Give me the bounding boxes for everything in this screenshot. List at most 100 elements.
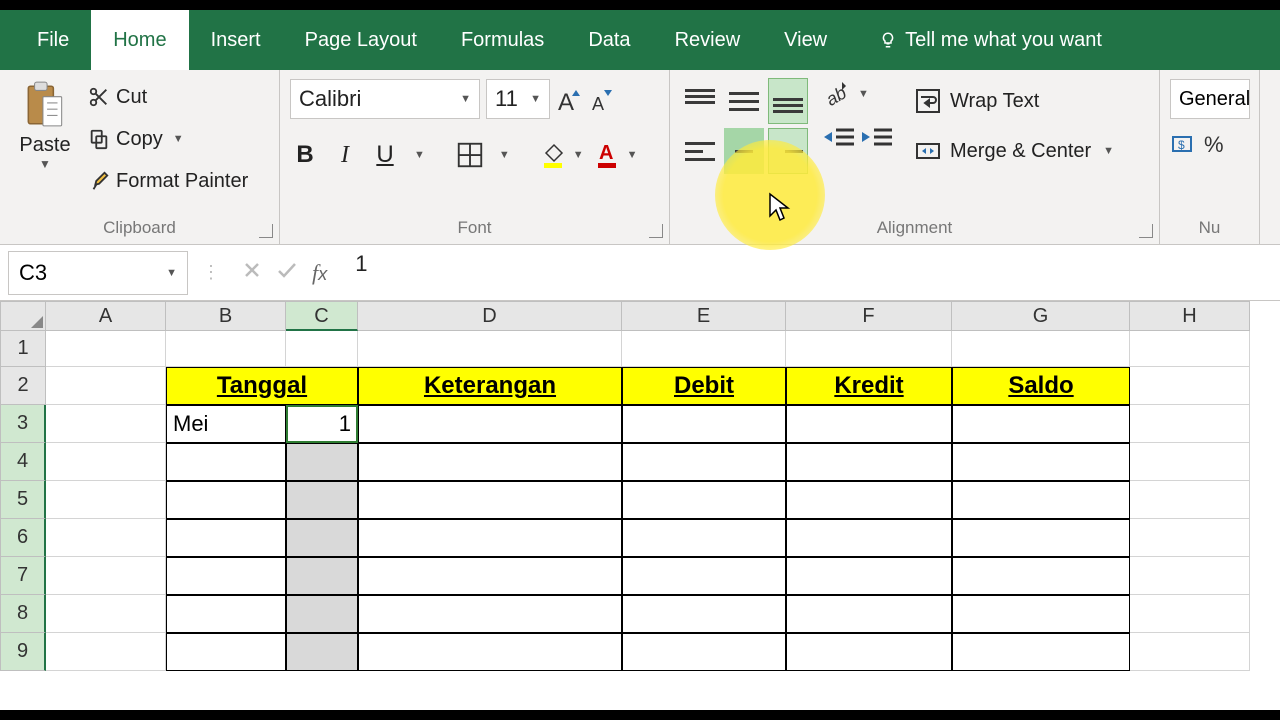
- copy-button[interactable]: Copy ▼: [88, 120, 248, 158]
- cell[interactable]: [166, 633, 286, 671]
- resize-handle-icon[interactable]: ⋮: [198, 262, 224, 283]
- cell[interactable]: [1130, 443, 1250, 481]
- table-header[interactable]: Kredit: [786, 367, 952, 405]
- cell[interactable]: [952, 557, 1130, 595]
- font-size-select[interactable]: 11▼: [486, 79, 550, 119]
- increase-indent-button[interactable]: [860, 122, 894, 152]
- row-header[interactable]: 9: [0, 633, 46, 671]
- table-header[interactable]: Keterangan: [358, 367, 622, 405]
- italic-button[interactable]: I: [330, 138, 360, 172]
- cell[interactable]: [166, 519, 286, 557]
- cell[interactable]: [166, 331, 286, 367]
- cell[interactable]: [46, 633, 166, 671]
- cell[interactable]: [358, 519, 622, 557]
- tab-formulas[interactable]: Formulas: [439, 10, 566, 70]
- cell[interactable]: [952, 405, 1130, 443]
- cell[interactable]: [786, 443, 952, 481]
- cell[interactable]: [786, 331, 952, 367]
- cell[interactable]: [786, 405, 952, 443]
- cell[interactable]: [786, 519, 952, 557]
- insert-function-button[interactable]: fx: [312, 260, 327, 286]
- cell[interactable]: [358, 481, 622, 519]
- cell[interactable]: [286, 331, 358, 367]
- cell[interactable]: [952, 519, 1130, 557]
- row-header[interactable]: 8: [0, 595, 46, 633]
- cell[interactable]: [952, 481, 1130, 519]
- cell[interactable]: [46, 443, 166, 481]
- active-cell[interactable]: 1: [286, 405, 358, 443]
- accounting-format-button[interactable]: $: [1170, 132, 1196, 158]
- cell[interactable]: [952, 443, 1130, 481]
- cell[interactable]: [622, 405, 786, 443]
- cell[interactable]: [358, 405, 622, 443]
- table-header[interactable]: Debit: [622, 367, 786, 405]
- paste-button[interactable]: Paste ▼: [10, 76, 80, 216]
- cell[interactable]: [952, 633, 1130, 671]
- tab-file[interactable]: File: [15, 10, 91, 70]
- align-center-button[interactable]: [724, 128, 764, 174]
- align-left-button[interactable]: [680, 128, 720, 174]
- row-header[interactable]: 7: [0, 557, 46, 595]
- cancel-formula-button[interactable]: [242, 260, 262, 280]
- dialog-launcher-icon[interactable]: [649, 224, 663, 238]
- cell[interactable]: [1130, 405, 1250, 443]
- cell[interactable]: [622, 443, 786, 481]
- col-header[interactable]: B: [166, 301, 286, 331]
- tell-me-box[interactable]: Tell me what you want: [879, 10, 1102, 70]
- cell[interactable]: [1130, 633, 1250, 671]
- row-header[interactable]: 2: [0, 367, 46, 405]
- cell[interactable]: [1130, 557, 1250, 595]
- row-header[interactable]: 3: [0, 405, 46, 443]
- number-format-select[interactable]: General: [1170, 79, 1250, 119]
- cell[interactable]: [166, 481, 286, 519]
- cell[interactable]: [166, 595, 286, 633]
- underline-button[interactable]: U: [370, 138, 400, 172]
- tab-page-layout[interactable]: Page Layout: [283, 10, 439, 70]
- cell[interactable]: [46, 331, 166, 367]
- format-painter-button[interactable]: Format Painter: [88, 162, 248, 200]
- align-bottom-button[interactable]: [768, 78, 808, 124]
- cell[interactable]: [786, 595, 952, 633]
- cell[interactable]: [166, 557, 286, 595]
- cell[interactable]: [286, 443, 358, 481]
- row-header[interactable]: 6: [0, 519, 46, 557]
- cell[interactable]: [622, 481, 786, 519]
- cell[interactable]: [1130, 367, 1250, 405]
- cell[interactable]: [286, 595, 358, 633]
- font-name-select[interactable]: Calibri▼: [290, 79, 480, 119]
- row-header[interactable]: 4: [0, 443, 46, 481]
- wrap-text-button[interactable]: Wrap Text: [914, 80, 1114, 122]
- cell[interactable]: [46, 595, 166, 633]
- cell[interactable]: [46, 481, 166, 519]
- merge-center-button[interactable]: Merge & Center ▼: [914, 130, 1114, 172]
- decrease-indent-button[interactable]: [822, 122, 856, 152]
- percent-button[interactable]: %: [1204, 132, 1224, 158]
- cell[interactable]: Mei: [166, 405, 286, 443]
- cell[interactable]: [286, 519, 358, 557]
- align-middle-button[interactable]: [724, 78, 764, 124]
- cell[interactable]: [622, 595, 786, 633]
- col-header[interactable]: A: [46, 301, 166, 331]
- col-header[interactable]: D: [358, 301, 622, 331]
- cell[interactable]: [358, 633, 622, 671]
- cell[interactable]: [358, 557, 622, 595]
- col-header[interactable]: F: [786, 301, 952, 331]
- cell[interactable]: [46, 557, 166, 595]
- cell[interactable]: [286, 481, 358, 519]
- cell[interactable]: [46, 367, 166, 405]
- orientation-button[interactable]: ab ▼: [822, 80, 894, 108]
- cell[interactable]: [1130, 331, 1250, 367]
- cell[interactable]: [622, 331, 786, 367]
- increase-font-button[interactable]: A: [556, 82, 582, 116]
- cell[interactable]: [1130, 595, 1250, 633]
- table-header[interactable]: Tanggal: [166, 367, 358, 405]
- borders-button[interactable]: [455, 140, 485, 170]
- cell[interactable]: [952, 595, 1130, 633]
- cell[interactable]: [1130, 481, 1250, 519]
- cell[interactable]: [358, 331, 622, 367]
- align-right-button[interactable]: [768, 128, 808, 174]
- fill-color-button[interactable]: ▼: [540, 141, 584, 169]
- select-all-button[interactable]: [0, 301, 46, 331]
- cut-button[interactable]: Cut: [88, 78, 248, 116]
- tab-home[interactable]: Home: [91, 10, 188, 70]
